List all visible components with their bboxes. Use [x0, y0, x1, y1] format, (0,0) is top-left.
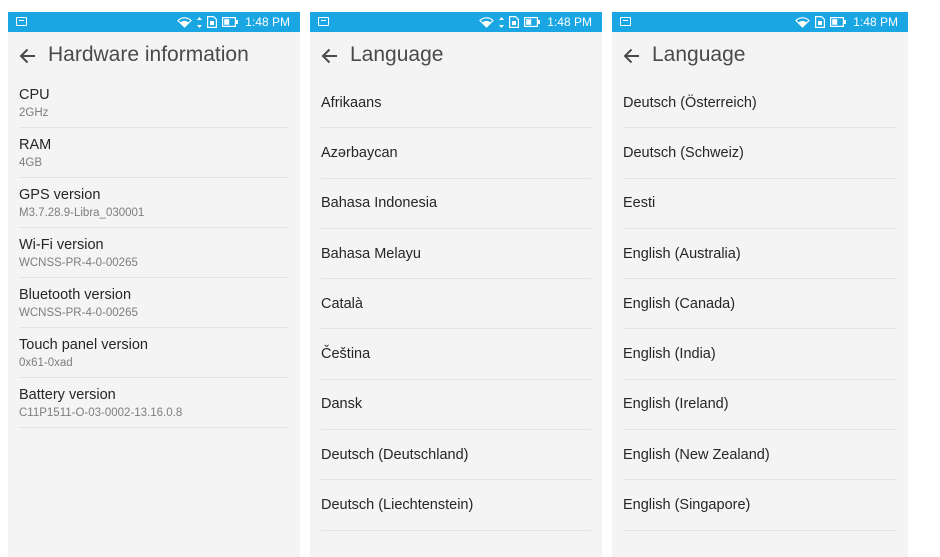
- item-value: 4GB: [19, 157, 43, 169]
- status-bar: 1:48 PM: [310, 12, 602, 32]
- language-item[interactable]: Deutsch (Deutschland): [321, 430, 591, 481]
- language-item[interactable]: English (Australia): [623, 229, 897, 280]
- back-arrow-icon[interactable]: [622, 46, 642, 66]
- data-arrows-icon: [499, 16, 505, 28]
- list-item-wifi-version[interactable]: Wi-Fi version WCNSS-PR-4-0-00265: [19, 228, 289, 278]
- list-item-touch-panel-version[interactable]: Touch panel version 0x61-0xad: [19, 328, 289, 378]
- language-list: Deutsch (Österreich) Deutsch (Schweiz) E…: [612, 78, 908, 531]
- item-value: M3.7.28.9-Libra_030001: [19, 207, 145, 219]
- app-bar: Language: [310, 32, 602, 78]
- item-value: WCNSS-PR-4-0-00265: [19, 307, 138, 319]
- hardware-info-screen: 1:48 PM Hardware information CPU 2GHz RA…: [8, 12, 300, 557]
- item-label: RAM: [19, 137, 52, 153]
- list-item-battery-version[interactable]: Battery version C11P1511-O-03-0002-13.16…: [19, 378, 289, 428]
- item-value: 2GHz: [19, 107, 49, 119]
- back-arrow-icon[interactable]: [18, 46, 38, 66]
- page-title: Hardware information: [48, 43, 249, 66]
- wifi-icon: [177, 16, 193, 28]
- page-title: Language: [350, 43, 444, 66]
- status-time: 1:48 PM: [547, 15, 592, 29]
- item-value: 0x61-0xad: [19, 357, 73, 369]
- sim-icon: [815, 16, 826, 28]
- item-label: CPU: [19, 87, 50, 103]
- language-item[interactable]: Bahasa Melayu: [321, 229, 591, 280]
- back-arrow-icon[interactable]: [320, 46, 340, 66]
- notification-icon: [620, 17, 631, 26]
- language-item[interactable]: Deutsch (Liechtenstein): [321, 480, 591, 531]
- language-item[interactable]: English (New Zealand): [623, 430, 897, 481]
- status-time: 1:48 PM: [245, 15, 290, 29]
- language-item[interactable]: Dansk: [321, 380, 591, 431]
- data-arrows-icon: [197, 16, 203, 28]
- language-item[interactable]: Čeština: [321, 329, 591, 380]
- item-value: WCNSS-PR-4-0-00265: [19, 257, 138, 269]
- language-item[interactable]: Deutsch (Österreich): [623, 78, 897, 129]
- language-item[interactable]: Eesti: [623, 179, 897, 229]
- language-list: Afrikaans Azərbaycan Bahasa Indonesia Ba…: [310, 78, 602, 531]
- battery-icon: [830, 17, 847, 27]
- app-bar: Hardware information: [8, 32, 300, 78]
- language-screen-second: 1:48 PM Language Deutsch (Österreich) De…: [612, 12, 908, 557]
- status-bar: 1:48 PM: [8, 12, 300, 32]
- page-title: Language: [652, 43, 746, 66]
- hardware-info-list: CPU 2GHz RAM 4GB GPS version M3.7.28.9-L…: [8, 78, 300, 428]
- item-label: Bluetooth version: [19, 287, 132, 303]
- status-icons: 1:48 PM: [479, 12, 592, 32]
- wifi-icon: [795, 16, 811, 28]
- status-bar: 1:48 PM: [612, 12, 908, 32]
- status-icons: 1:48 PM: [177, 12, 290, 32]
- language-item[interactable]: English (Canada): [623, 279, 897, 330]
- language-item[interactable]: English (Ireland): [623, 380, 897, 431]
- screenshot-canvas: 1:48 PM Hardware information CPU 2GHz RA…: [0, 0, 940, 557]
- notification-icon: [16, 17, 27, 26]
- language-item[interactable]: English (Singapore): [623, 480, 897, 531]
- wifi-icon: [479, 16, 495, 28]
- battery-icon: [222, 17, 239, 27]
- language-item[interactable]: Afrikaans: [321, 78, 591, 129]
- app-bar: Language: [612, 32, 908, 78]
- sim-icon: [207, 16, 218, 28]
- item-label: Touch panel version: [19, 337, 148, 353]
- item-value: C11P1511-O-03-0002-13.16.0.8: [19, 407, 183, 419]
- item-label: GPS version: [19, 187, 101, 203]
- status-time: 1:48 PM: [853, 15, 898, 29]
- language-item[interactable]: Deutsch (Schweiz): [623, 128, 897, 179]
- language-item[interactable]: Azərbaycan: [321, 128, 591, 179]
- battery-icon: [524, 17, 541, 27]
- status-icons: 1:48 PM: [795, 12, 898, 32]
- list-item-cpu[interactable]: CPU 2GHz: [19, 78, 289, 128]
- item-label: Battery version: [19, 387, 116, 403]
- language-item[interactable]: Bahasa Indonesia: [321, 179, 591, 229]
- language-screen-first: 1:48 PM Language Afrikaans Azərbaycan Ba…: [310, 12, 602, 557]
- sim-icon: [509, 16, 520, 28]
- list-item-gps-version[interactable]: GPS version M3.7.28.9-Libra_030001: [19, 178, 289, 228]
- list-item-bluetooth-version[interactable]: Bluetooth version WCNSS-PR-4-0-00265: [19, 278, 289, 328]
- notification-icon: [318, 17, 329, 26]
- item-label: Wi-Fi version: [19, 237, 104, 253]
- language-item[interactable]: Català: [321, 279, 591, 330]
- list-item-ram[interactable]: RAM 4GB: [19, 128, 289, 178]
- language-item[interactable]: English (India): [623, 329, 897, 380]
